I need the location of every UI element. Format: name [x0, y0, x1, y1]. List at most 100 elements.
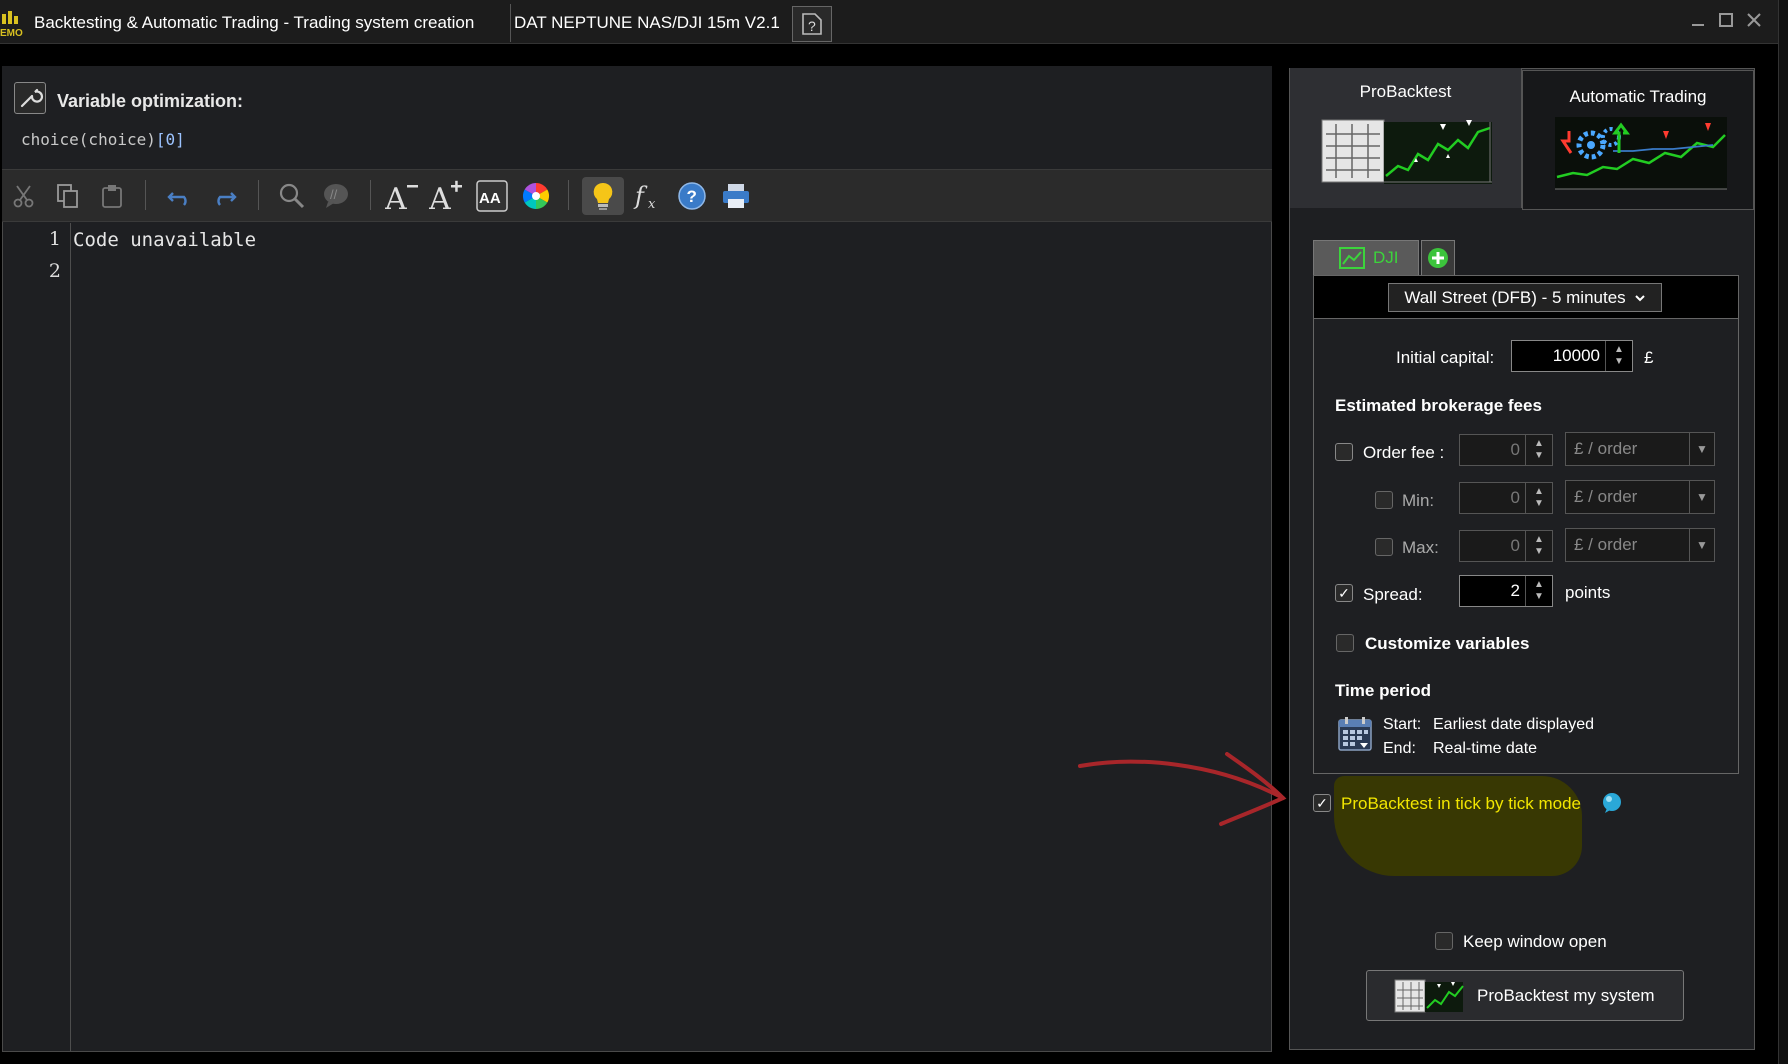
spinner-arrows[interactable]: ▲ ▼: [1525, 483, 1552, 513]
fees-heading: Estimated brokerage fees: [1335, 396, 1542, 415]
optimization-expression-index: [0]: [155, 130, 185, 149]
calendar-icon[interactable]: [1338, 716, 1372, 757]
redo-icon[interactable]: [206, 177, 242, 215]
wrench-button[interactable]: [14, 82, 46, 114]
svg-text:?: ?: [687, 187, 697, 206]
toolbar-divider: [370, 180, 371, 210]
spread-label: Spread:: [1363, 585, 1423, 604]
order-fee-unit-select[interactable]: £ / order ▼: [1565, 432, 1715, 466]
code-line[interactable]: Code unavailable: [73, 229, 256, 251]
svg-text:A: A: [385, 182, 407, 212]
svg-text://: //: [330, 187, 338, 202]
add-instrument-button[interactable]: [1421, 240, 1455, 275]
spinner-arrows[interactable]: ▲ ▼: [1605, 341, 1632, 371]
max-fee-checkbox[interactable]: [1375, 538, 1393, 556]
close-icon[interactable]: [1742, 8, 1766, 32]
system-name-tab[interactable]: DAT NEPTUNE NAS/DJI 15m V2.1: [514, 4, 780, 42]
search-icon[interactable]: [274, 177, 310, 215]
initial-capital-input[interactable]: 10000 ▲ ▼: [1511, 340, 1633, 372]
keep-window-open-label: Keep window open: [1463, 932, 1607, 951]
svg-text:x: x: [648, 197, 656, 211]
order-fee-checkbox[interactable]: [1335, 443, 1353, 461]
start-value: Earliest date displayed: [1433, 716, 1594, 733]
tab-probacktest-label: ProBacktest: [1359, 82, 1452, 101]
min-fee-unit-select[interactable]: £ / order ▼: [1565, 480, 1715, 514]
tick-mode-checkbox[interactable]: ✓: [1313, 794, 1331, 812]
time-period-heading: Time period: [1335, 681, 1432, 700]
chevron-down-icon: ▼: [1689, 481, 1714, 513]
paste-icon[interactable]: [94, 177, 130, 215]
probacktest-my-system-button[interactable]: ProBacktest my system: [1366, 970, 1684, 1021]
automatic-trading-chart-icon: [1555, 117, 1727, 190]
order-fee-label: Order fee :: [1363, 443, 1445, 462]
divider: [510, 4, 511, 42]
svg-text:A: A: [429, 182, 451, 212]
max-fee-input[interactable]: 0 ▲ ▼: [1459, 530, 1553, 562]
keep-window-open-checkbox[interactable]: [1435, 932, 1453, 950]
probacktest-my-system-label: ProBacktest my system: [1477, 985, 1655, 1005]
plus-icon: [1428, 248, 1448, 268]
maximize-icon[interactable]: [1714, 8, 1738, 32]
tick-mode-label: ProBacktest in tick by tick mode: [1341, 794, 1581, 813]
color-wheel-icon[interactable]: [518, 177, 554, 215]
optimization-expression-text: choice(choice): [21, 130, 156, 149]
max-fee-unit-select[interactable]: £ / order ▼: [1565, 528, 1715, 562]
comment-icon[interactable]: //: [318, 177, 354, 215]
info-bubble-icon[interactable]: [1601, 792, 1623, 819]
spinner-arrows[interactable]: ▲ ▼: [1525, 435, 1552, 465]
increase-font-icon[interactable]: A: [428, 177, 464, 215]
demo-badge: EMO: [0, 28, 23, 38]
end-value: Real-time date: [1433, 740, 1538, 757]
line-number: 2: [48, 260, 61, 282]
help-doc-button[interactable]: ?: [792, 6, 832, 42]
lightbulb-icon[interactable]: [582, 177, 624, 215]
cut-icon[interactable]: [6, 177, 42, 215]
decrease-font-icon[interactable]: A: [384, 177, 420, 215]
tab-probacktest[interactable]: ProBacktest: [1290, 68, 1522, 208]
chevron-down-icon: [1634, 294, 1645, 301]
optimization-expression: choice(choice)[0]: [21, 130, 185, 149]
instrument-tab-label: DJI: [1373, 248, 1399, 267]
start-label: Start:: [1383, 716, 1422, 733]
minimize-icon[interactable]: [1686, 8, 1710, 32]
window-title: Backtesting & Automatic Trading - Tradin…: [34, 13, 475, 32]
order-fee-input[interactable]: 0 ▲ ▼: [1459, 434, 1553, 466]
font-case-icon[interactable]: AA: [474, 177, 510, 215]
background-window-edge: [1778, 0, 1788, 1064]
help-icon[interactable]: ?: [674, 177, 710, 215]
tab-automatic-trading-label: Automatic Trading: [1569, 87, 1707, 106]
tab-automatic-trading[interactable]: Automatic Trading: [1522, 70, 1754, 210]
instrument-select-value: Wall Street (DFB) - 5 minutes: [1404, 287, 1626, 307]
instrument-tab-dji[interactable]: DJI: [1313, 240, 1419, 275]
max-fee-unit: £ / order: [1574, 535, 1638, 554]
order-fee-unit: £ / order: [1574, 439, 1638, 458]
svg-text:AA: AA: [479, 190, 501, 207]
highlight-marker: [1334, 776, 1582, 876]
toolbar-divider: [258, 180, 259, 210]
undo-icon[interactable]: [162, 177, 198, 215]
variable-optimization-header: [2, 66, 1272, 170]
min-fee-checkbox[interactable]: [1375, 491, 1393, 509]
spread-checkbox[interactable]: ✓: [1335, 584, 1353, 602]
end-label: End:: [1383, 740, 1416, 757]
copy-icon[interactable]: [50, 177, 86, 215]
function-icon[interactable]: fx: [630, 177, 666, 215]
spread-value: 2: [1510, 581, 1520, 600]
customize-variables-checkbox[interactable]: [1336, 634, 1354, 652]
spread-input[interactable]: 2 ▲ ▼: [1459, 575, 1553, 607]
max-fee-label: Max:: [1402, 538, 1439, 557]
toolbar-divider: [568, 180, 569, 210]
min-fee-input[interactable]: 0 ▲ ▼: [1459, 482, 1553, 514]
probacktest-chart-icon: [1321, 119, 1492, 184]
annotation-arrow-icon: [1078, 752, 1287, 826]
spinner-arrows[interactable]: ▲ ▼: [1525, 576, 1552, 606]
line-number-gutter: [3, 223, 71, 1051]
optimization-title: Variable optimization:: [57, 91, 244, 111]
line-number: 1: [48, 228, 61, 250]
initial-capital-value: 10000: [1552, 346, 1600, 365]
print-icon[interactable]: [718, 177, 754, 215]
help-doc-icon: ?: [802, 13, 822, 35]
spinner-arrows[interactable]: ▲ ▼: [1525, 531, 1552, 561]
customize-variables-label: Customize variables: [1365, 634, 1530, 653]
instrument-select[interactable]: Wall Street (DFB) - 5 minutes: [1388, 283, 1662, 312]
